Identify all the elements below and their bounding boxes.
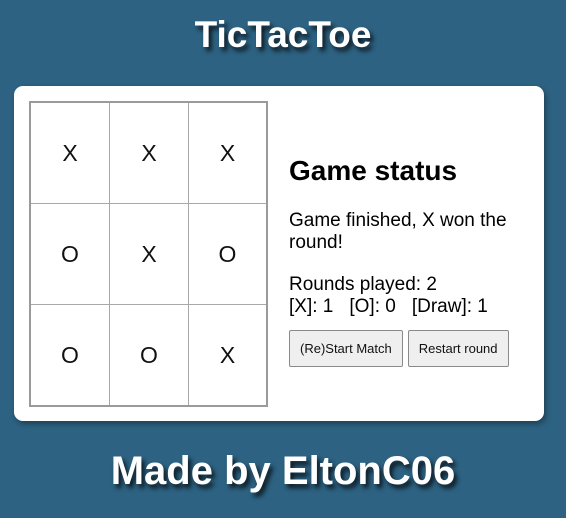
- score-x: [X]: 1: [289, 296, 334, 317]
- status-message: Game finished, X won the round!: [289, 210, 507, 253]
- board-cell[interactable]: X: [110, 204, 189, 305]
- score-line: [X]: 1 [O]: 0 [Draw]: 1: [289, 296, 534, 318]
- board-cell[interactable]: O: [31, 305, 110, 405]
- board-cell[interactable]: X: [189, 305, 266, 405]
- game-board: X X X O X O O O X: [29, 101, 268, 407]
- board-cell[interactable]: X: [189, 103, 266, 204]
- restart-match-button[interactable]: (Re)Start Match: [289, 330, 403, 367]
- status-heading: Game status: [289, 155, 458, 186]
- page-title: TicTacToe: [194, 14, 372, 55]
- board-cell[interactable]: O: [189, 204, 266, 305]
- game-status-panel: Game status Game finished, X won the rou…: [289, 154, 534, 367]
- rounds-played: Rounds played: 2: [289, 274, 437, 295]
- board-cell[interactable]: X: [110, 103, 189, 204]
- footer-credit: Made by EltonC06: [110, 449, 456, 493]
- board-cell[interactable]: O: [110, 305, 189, 405]
- board-cell[interactable]: O: [31, 204, 110, 305]
- game-card: X X X O X O O O X Game status Game finis…: [14, 86, 544, 421]
- button-row: (Re)Start Match Restart round: [289, 330, 534, 367]
- restart-round-button[interactable]: Restart round: [407, 330, 509, 367]
- board-cell[interactable]: X: [31, 103, 110, 204]
- score-o: [O]: 0: [349, 296, 396, 317]
- score-draw: [Draw]: 1: [411, 296, 488, 317]
